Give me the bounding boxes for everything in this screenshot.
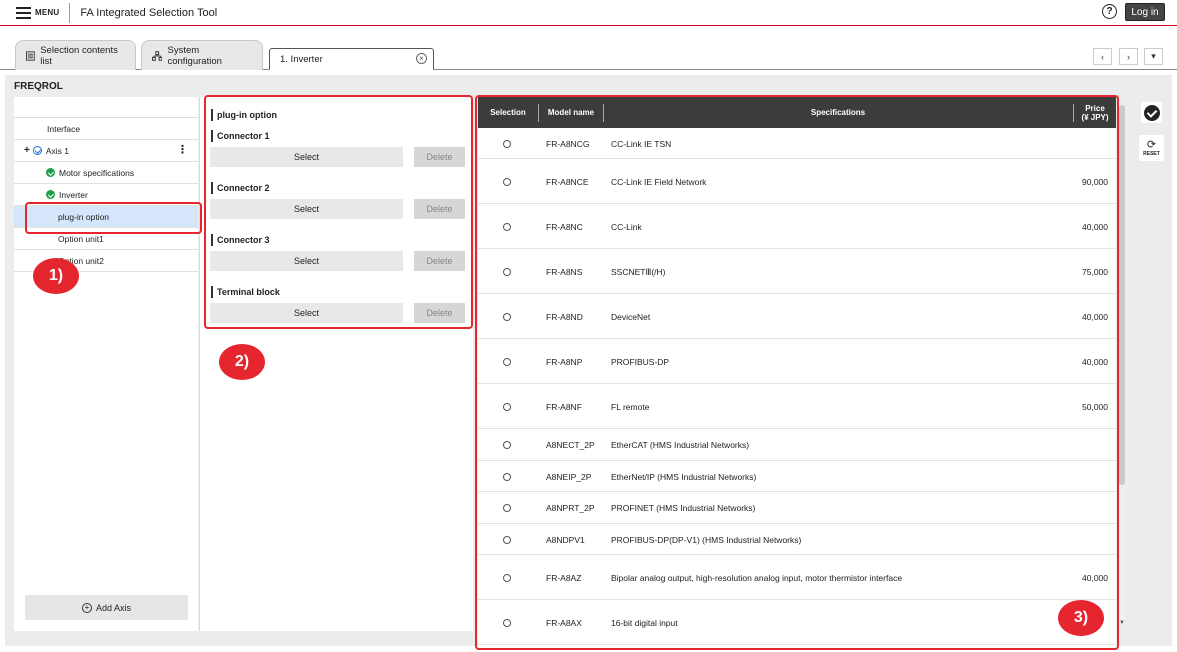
tab-system-configuration[interactable]: System configuration — [141, 40, 263, 70]
network-icon — [152, 50, 163, 61]
reset-button[interactable]: ⟳ RESET — [1139, 135, 1164, 161]
tab-label: 1. Inverter — [280, 53, 323, 65]
confirm-button[interactable] — [1141, 102, 1162, 123]
tree-header — [14, 97, 198, 118]
scroll-down-icon[interactable]: ▼ — [1119, 620, 1125, 626]
menu-label: MENU — [35, 8, 60, 17]
hamburger-icon — [16, 6, 31, 19]
close-icon[interactable]: × — [416, 53, 427, 64]
check-circle-icon — [32, 146, 42, 155]
list-icon — [26, 50, 36, 61]
app-title: FA Integrated Selection Tool — [80, 6, 218, 19]
menu-button[interactable]: MENU — [16, 1, 59, 25]
highlight-box-3 — [475, 95, 1119, 650]
tree-item-label: Option unit1 — [58, 233, 104, 244]
tree-item-label: Motor specifications — [59, 167, 135, 178]
tab-label: System configuration — [167, 44, 222, 67]
tree-item-axis-1[interactable]: + Axis 1 ⋮ — [14, 140, 198, 162]
check-circle-icon — [1143, 104, 1160, 121]
tab-selection-contents-list[interactable]: Selection contents list — [15, 40, 136, 70]
check-circle-icon — [46, 168, 55, 177]
tab-bar: Selection contents list System configura… — [0, 27, 1177, 70]
table-scroll-thumb[interactable] — [1119, 105, 1125, 485]
highlight-box-2 — [204, 95, 473, 329]
annotation-badge-2: 2) — [219, 344, 265, 380]
tab-menu-button[interactable]: ▾ — [1144, 48, 1163, 65]
app-header: MENU FA Integrated Selection Tool ? Log … — [0, 0, 1177, 26]
tree-item-label: Axis 1 — [45, 145, 69, 156]
refresh-icon: ⟳ — [1146, 138, 1157, 151]
tab-prev-button[interactable]: ‹ — [1093, 48, 1112, 65]
tree-item-label: Interface — [47, 123, 81, 134]
reset-label: RESET — [1143, 150, 1160, 157]
check-circle-icon — [46, 190, 55, 199]
product-family-title: FREQROL — [14, 81, 63, 92]
tab-label: Selection contents list — [40, 44, 118, 67]
annotation-badge-1: 1) — [33, 258, 79, 294]
annotation-badge-3: 3) — [1058, 600, 1104, 636]
expand-icon[interactable]: + — [24, 145, 30, 156]
tab-inverter[interactable]: 1. Inverter × — [269, 48, 434, 70]
login-button[interactable]: Log in — [1125, 3, 1165, 21]
configuration-tree: Interface + Axis 1 ⋮ Motor specification… — [14, 97, 198, 631]
kebab-menu-icon[interactable]: ⋮ — [177, 145, 188, 156]
add-axis-button[interactable]: + Add Axis — [25, 595, 188, 620]
tree-item-label: Inverter — [59, 189, 88, 200]
header-divider — [69, 2, 71, 23]
tree-item-motor-specifications[interactable]: Motor specifications — [14, 162, 198, 184]
add-axis-label: Add Axis — [95, 602, 132, 613]
tree-item-interface[interactable]: Interface — [14, 118, 198, 140]
tab-next-button[interactable]: › — [1119, 48, 1138, 65]
plus-circle-icon: + — [81, 602, 92, 613]
help-icon[interactable]: ? — [1102, 4, 1117, 19]
highlight-box-1 — [25, 202, 202, 234]
